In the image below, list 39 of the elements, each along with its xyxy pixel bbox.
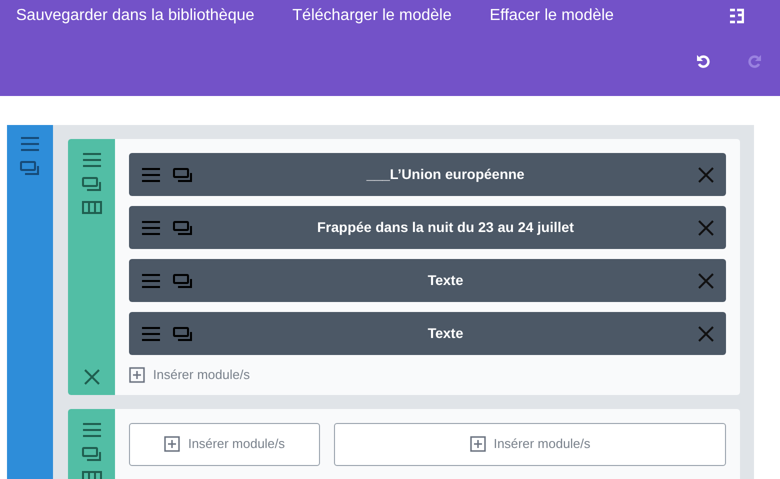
columns-icon[interactable] [82,201,102,214]
plus-icon [164,436,180,452]
duplicate-icon[interactable] [173,274,193,288]
plus-icon [129,366,145,383]
menu-icon[interactable] [141,168,161,182]
duplicate-icon[interactable] [20,161,40,175]
close-icon[interactable] [698,326,714,342]
close-icon[interactable] [84,368,100,384]
module-bar[interactable]: Texte [129,259,726,302]
insert-module-button[interactable]: Insérer module/s [334,422,726,466]
duplicate-icon[interactable] [173,168,193,182]
toolbar-link[interactable]: Sauvegarder dans la bibliothèque [16,4,254,28]
undo-icon[interactable] [696,54,710,68]
menu-icon[interactable] [82,422,102,436]
duplicate-icon[interactable] [173,326,193,340]
module-title: Texte [426,324,464,343]
duplicate-icon[interactable] [82,446,102,460]
close-icon[interactable] [698,166,714,182]
toolbar-link[interactable]: Télécharger le modèle [292,4,452,28]
menu-icon[interactable] [141,274,161,288]
duplicate-icon[interactable] [82,177,102,191]
insert-module-link[interactable]: Insérer module/s [129,365,250,384]
module-title: ___L’Union européenne [365,165,526,184]
menu-icon[interactable] [82,153,102,167]
duplicate-icon[interactable] [173,220,193,234]
module-bar[interactable]: Texte [129,312,726,355]
module-title: Texte [426,271,464,290]
menu-icon[interactable] [20,137,40,151]
module-bar[interactable]: ___L’Union européenne [129,153,726,196]
module-bar[interactable]: Frappée dans la nuit du 23 au 24 juillet [129,206,726,249]
layout-icon[interactable] [730,8,744,24]
close-icon[interactable] [698,272,714,288]
module-title: Frappée dans la nuit du 23 au 24 juillet [316,218,575,237]
menu-icon[interactable] [141,220,161,234]
close-icon[interactable] [698,220,714,236]
menu-icon[interactable] [141,326,161,340]
insert-module-button[interactable]: Insérer module/s [129,422,320,466]
plus-icon [470,436,486,452]
toolbar-link[interactable]: Effacer le modèle [490,4,614,28]
